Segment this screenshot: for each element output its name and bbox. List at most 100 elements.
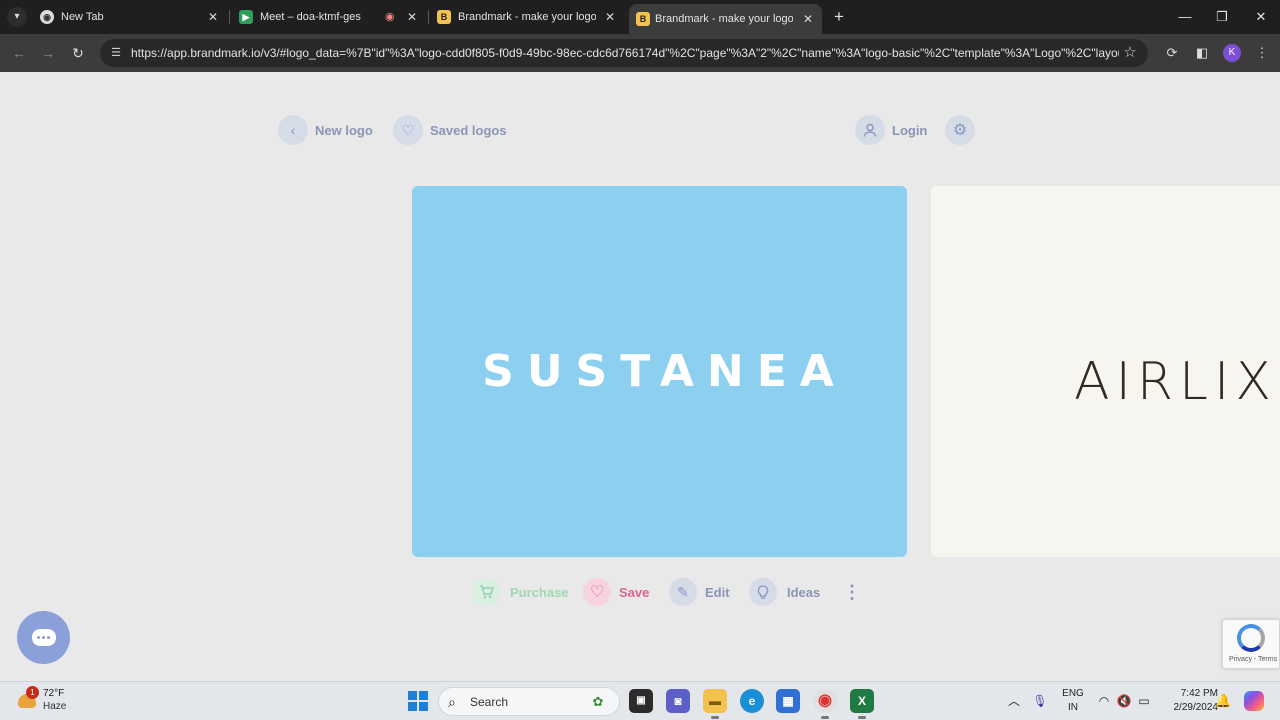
ideas-button[interactable]: Ideas: [749, 578, 820, 606]
settings-button[interactable]: ⚙: [945, 114, 975, 146]
recording-icon: ◉: [385, 11, 395, 23]
clock[interactable]: 7:42 PM 2/29/2024: [1158, 687, 1219, 715]
heart-icon: ♡: [583, 578, 611, 606]
close-icon[interactable]: ✕: [208, 5, 218, 29]
chrome-icon[interactable]: ◉: [813, 689, 837, 719]
profile-avatar[interactable]: K: [1223, 44, 1241, 62]
taskbar-search[interactable]: ⌕ Search ✿: [438, 687, 620, 716]
weather-condition: Haze: [43, 701, 67, 712]
brandmark-icon: B: [636, 12, 650, 26]
clock-date: 2/29/2024: [1173, 702, 1219, 713]
saved-logos-label: Saved logos: [430, 122, 507, 138]
tab-separator: [229, 10, 230, 24]
save-button[interactable]: ♡ Save: [583, 578, 649, 606]
close-icon[interactable]: ✕: [803, 6, 813, 32]
login-link[interactable]: Login: [855, 114, 927, 146]
teams-icon[interactable]: ◙: [666, 689, 690, 713]
cart-icon: [472, 578, 500, 606]
bookmark-star-icon[interactable]: ☆: [1122, 44, 1138, 62]
tab-search-button[interactable]: ▾: [7, 7, 27, 27]
site-info-icon[interactable]: ☰: [109, 46, 123, 60]
side-panel-icon[interactable]: ◧: [1193, 44, 1211, 62]
google-meet-icon: ▶: [239, 10, 253, 24]
gear-icon: ⚙: [945, 115, 975, 145]
recaptcha-links[interactable]: Privacy - Terms: [1229, 656, 1277, 663]
minimize-icon[interactable]: —: [1175, 7, 1195, 27]
search-icon: ⌕: [448, 694, 456, 710]
ideas-label: Ideas: [787, 584, 821, 600]
recaptcha-badge[interactable]: Privacy - Terms: [1222, 619, 1280, 669]
language-code: ENG: [1062, 688, 1084, 699]
address-bar[interactable]: ☰ https://app.brandmark.io/v3/#logo_data…: [100, 39, 1148, 67]
speaker-muted-icon[interactable]: 🔇: [1116, 692, 1132, 710]
edit-button[interactable]: ✎ Edit: [669, 578, 730, 606]
tab-new-tab[interactable]: ◉ New Tab ✕: [40, 5, 222, 29]
recaptcha-icon: [1237, 624, 1265, 652]
task-view-icon[interactable]: ▣: [629, 689, 653, 713]
next-logo-wordmark: AIRLIX: [1074, 352, 1277, 412]
tab-title: Brandmark - make your logo in: [458, 11, 596, 23]
tab-title: New Tab: [61, 11, 104, 23]
edit-label: Edit: [705, 584, 730, 600]
notification-bell-icon[interactable]: 🔔: [1215, 692, 1231, 710]
tab-brandmark-1[interactable]: B Brandmark - make your logo in ✕: [437, 5, 619, 29]
heart-icon: ♡: [393, 115, 423, 145]
notification-badge: 1: [26, 686, 39, 699]
saved-logos-link[interactable]: ♡ Saved logos: [393, 114, 507, 146]
window-close-icon[interactable]: ✕: [1251, 7, 1271, 27]
lightbulb-icon: [749, 578, 777, 606]
new-tab-button[interactable]: +: [832, 7, 846, 27]
weather-temp: 72°F: [43, 688, 65, 699]
microphone-icon[interactable]: 🎙: [1032, 692, 1048, 710]
language-region: IN: [1068, 702, 1078, 713]
new-logo-label: New logo: [315, 122, 373, 138]
save-label: Save: [619, 584, 650, 600]
wifi-icon[interactable]: ◠: [1096, 692, 1112, 710]
new-logo-link[interactable]: ‹ New logo: [278, 114, 373, 146]
forward-icon[interactable]: →: [38, 43, 58, 63]
logo-wordmark: SUSTANEA: [482, 346, 847, 397]
chrome-icon: ◉: [40, 10, 54, 24]
close-icon[interactable]: ✕: [605, 5, 615, 29]
more-options-icon[interactable]: ⋮: [842, 578, 862, 606]
url-text[interactable]: https://app.brandmark.io/v3/#logo_data=%…: [131, 39, 1119, 67]
chat-widget-button[interactable]: [17, 611, 70, 664]
back-icon[interactable]: ←: [9, 43, 29, 63]
user-icon: [855, 115, 885, 145]
clock-time: 7:42 PM: [1180, 688, 1218, 699]
chat-bubble-icon: [31, 629, 56, 646]
excel-icon[interactable]: X: [850, 689, 874, 719]
browser-toolbar: ← → ↻ ☰ https://app.brandmark.io/v3/#log…: [0, 34, 1280, 72]
search-highlight-icon: ✿: [592, 694, 604, 709]
brandmark-icon: B: [437, 10, 451, 24]
purchase-button[interactable]: Purchase: [472, 578, 569, 606]
tab-brandmark-active[interactable]: B Brandmark - make your logo in ✕: [629, 4, 822, 34]
purchase-label: Purchase: [510, 584, 569, 600]
weather-widget[interactable]: 1 72°F Haze: [16, 686, 96, 716]
tab-title: Brandmark - make your logo in: [655, 13, 793, 25]
windows-start-icon[interactable]: [408, 691, 428, 711]
extensions-icon[interactable]: ⟳: [1163, 44, 1181, 62]
chevron-up-icon[interactable]: ︿: [1006, 692, 1022, 710]
language-indicator[interactable]: ENG IN: [1060, 687, 1086, 715]
restore-icon[interactable]: ❐: [1212, 7, 1232, 27]
logo-preview-card[interactable]: SUSTANEA: [412, 186, 907, 557]
next-logo-preview-card[interactable]: AIRLIX: [931, 186, 1280, 557]
close-icon[interactable]: ✕: [407, 5, 417, 29]
pencil-icon: ✎: [669, 578, 697, 606]
tab-title: Meet – doa-ktmf-ges: [260, 11, 361, 23]
search-label: Search: [470, 695, 509, 709]
chevron-left-icon: ‹: [278, 115, 308, 145]
login-label: Login: [892, 122, 928, 138]
tab-google-meet[interactable]: ▶ Meet – doa-ktmf-ges ◉ ✕: [239, 5, 421, 29]
microsoft-store-icon[interactable]: ▦: [776, 689, 800, 713]
more-menu-icon[interactable]: ⋮: [1253, 44, 1271, 62]
copilot-icon[interactable]: [1244, 691, 1264, 711]
battery-icon[interactable]: ▭: [1136, 692, 1152, 710]
windows-taskbar: 1 72°F Haze ⌕ Search ✿ ▣ ◙ ▬ e ▦ ◉ X ︿ 🎙…: [0, 681, 1280, 720]
edge-icon[interactable]: e: [740, 689, 764, 713]
file-explorer-icon[interactable]: ▬: [703, 689, 727, 719]
brandmark-page: ‹ New logo ♡ Saved logos Login ⚙ SUSTANE…: [0, 72, 1280, 681]
tab-separator: [428, 10, 429, 24]
reload-icon[interactable]: ↻: [68, 43, 88, 63]
